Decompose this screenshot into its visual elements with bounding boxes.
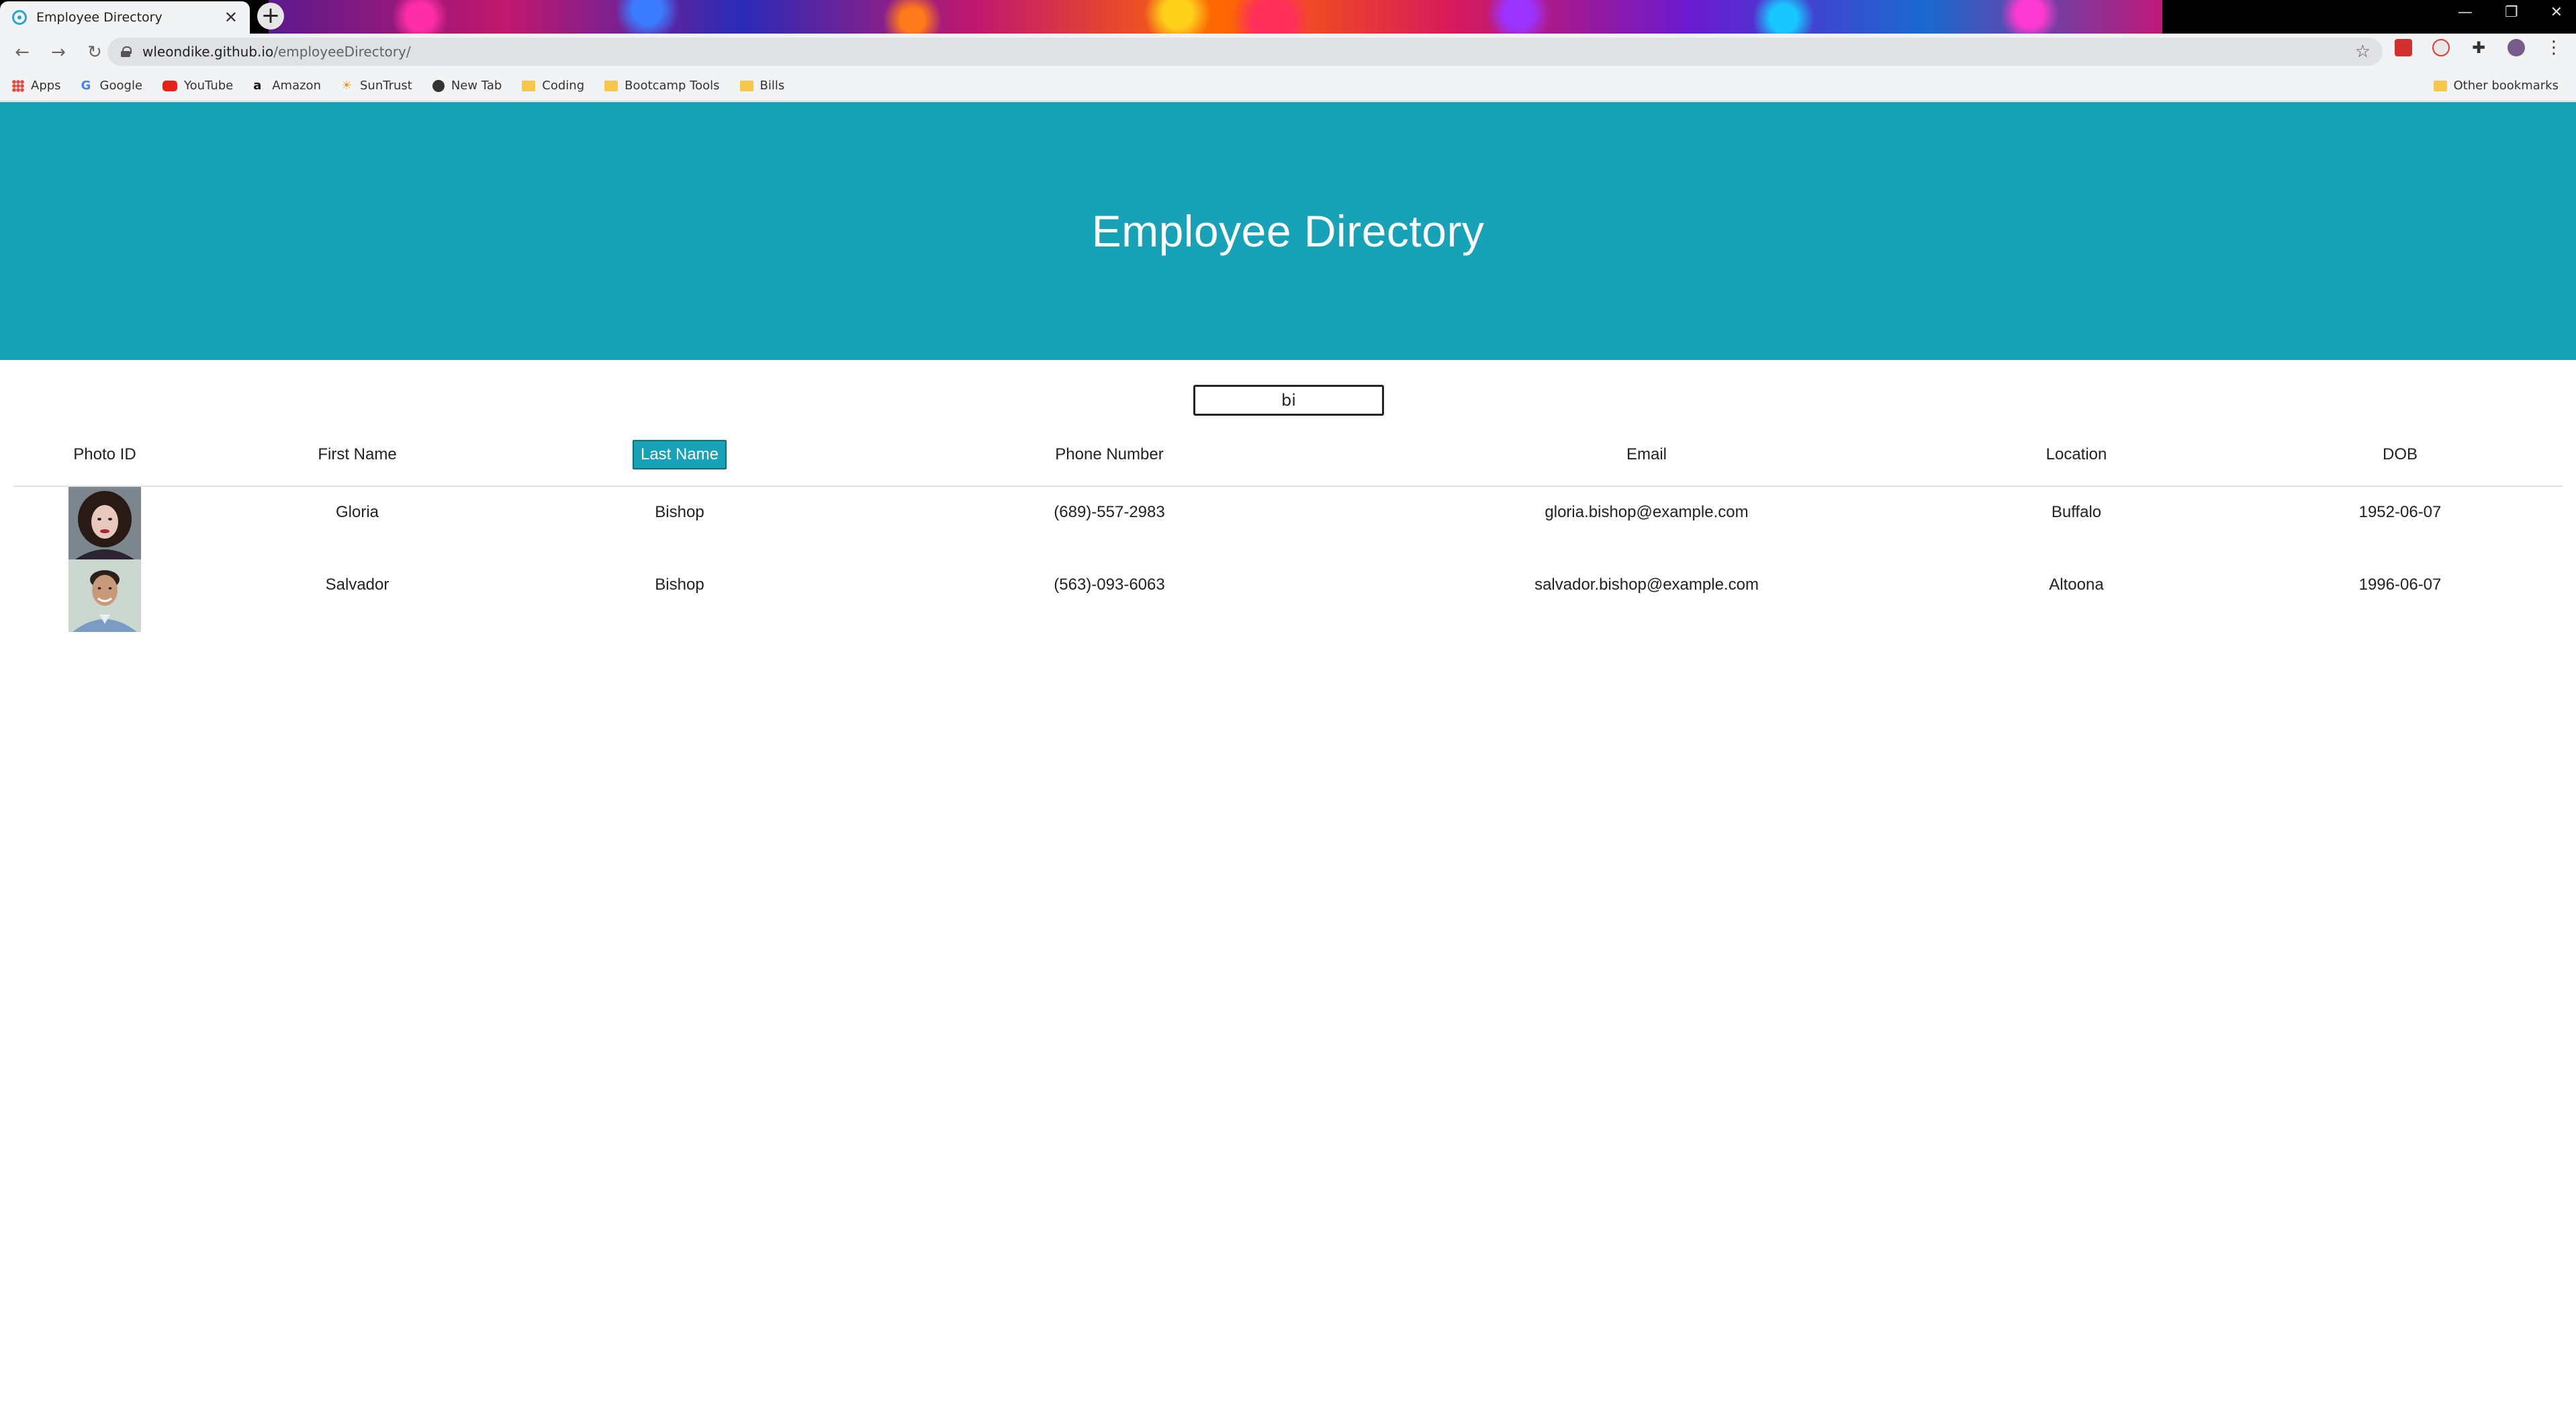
bookmark-star-icon[interactable]: ☆ xyxy=(2355,42,2371,62)
minimize-icon[interactable]: — xyxy=(2458,4,2473,21)
close-tab-icon[interactable]: ✕ xyxy=(224,9,238,26)
new-tab-button[interactable]: + xyxy=(257,3,284,30)
bookmark-label: Google xyxy=(99,79,143,93)
bookmark-folder-coding[interactable]: Coding xyxy=(522,79,584,93)
address-bar[interactable]: wleondike.github.io /employeeDirectory/ … xyxy=(107,38,2383,66)
bookmarks-bar: Apps G Google YouTube a Amazon ☀ SunTrus… xyxy=(0,71,2576,101)
amazon-icon: a xyxy=(253,78,262,93)
react-favicon-icon xyxy=(12,10,27,25)
phone-cell: (689)-557-2983 xyxy=(1054,503,1165,521)
extension-red-icon[interactable] xyxy=(2395,39,2412,56)
page-title: Employee Directory xyxy=(1091,206,1485,256)
url-path: /employeeDirectory/ xyxy=(273,44,411,60)
column-header-first-name: First Name xyxy=(196,423,518,487)
employee-photo xyxy=(68,559,141,632)
window-controls: — ❐ ✕ xyxy=(2458,4,2563,21)
folder-icon xyxy=(522,80,536,91)
table-row: Gloria Bishop (689)-557-2983 gloria.bish… xyxy=(13,486,2563,559)
dob-cell: 1996-06-07 xyxy=(2358,576,2442,594)
column-header-location: Location xyxy=(1915,423,2238,487)
column-header-last-name: Last Name xyxy=(518,423,841,487)
bookmark-label: Amazon xyxy=(272,79,321,93)
photo-cell xyxy=(13,486,196,559)
profile-avatar-icon[interactable] xyxy=(2508,39,2525,56)
folder-icon xyxy=(2433,80,2447,91)
apps-grid-icon xyxy=(12,79,24,92)
suntrust-icon: ☀ xyxy=(340,78,353,93)
column-header-photo: Photo ID xyxy=(13,423,196,487)
youtube-icon xyxy=(163,80,178,91)
search-input[interactable] xyxy=(1193,385,1384,416)
bookmark-suntrust[interactable]: ☀ SunTrust xyxy=(341,79,412,93)
back-icon[interactable]: ← xyxy=(8,38,36,66)
bookmark-folder-bootcamp-tools[interactable]: Bootcamp Tools xyxy=(604,79,720,93)
folder-icon xyxy=(604,80,618,91)
dob-cell: 1952-06-07 xyxy=(2358,503,2442,521)
browser-tab[interactable]: Employee Directory ✕ xyxy=(0,1,250,34)
sort-last-name-button[interactable]: Last Name xyxy=(632,439,727,469)
other-bookmarks[interactable]: Other bookmarks xyxy=(2433,79,2559,93)
search-container xyxy=(1193,385,1384,416)
bookmark-google[interactable]: G Google xyxy=(81,79,142,93)
last-name-cell: Bishop xyxy=(655,503,704,521)
bookmark-youtube[interactable]: YouTube xyxy=(163,79,233,93)
extension-icons: ✚ ⋮ xyxy=(2395,39,2563,56)
bookmark-amazon[interactable]: a Amazon xyxy=(253,79,321,93)
phone-cell: (563)-093-6063 xyxy=(1054,576,1165,594)
extension-badge-icon[interactable] xyxy=(2432,39,2450,56)
browser-theme-artwork xyxy=(269,0,2162,34)
globe-icon xyxy=(432,79,445,92)
other-bookmarks-label: Other bookmarks xyxy=(2453,79,2559,93)
table-row: Salvador Bishop (563)-093-6063 salvador.… xyxy=(13,559,2563,632)
bookmark-new-tab[interactable]: New Tab xyxy=(432,79,502,93)
bookmark-label: Bills xyxy=(760,79,785,93)
column-header-email: Email xyxy=(1378,423,1915,487)
email-cell: gloria.bishop@example.com xyxy=(1545,503,1749,521)
first-name-cell: Gloria xyxy=(335,503,379,521)
first-name-cell: Salvador xyxy=(325,576,389,594)
browser-tab-bar: Employee Directory ✕ + — ❐ ✕ xyxy=(0,0,2576,34)
bookmark-apps[interactable]: Apps xyxy=(12,79,61,93)
bookmark-label: Bootcamp Tools xyxy=(625,79,720,93)
google-icon: G xyxy=(81,78,91,93)
location-cell: Altoona xyxy=(2049,576,2104,594)
last-name-cell: Bishop xyxy=(655,576,704,594)
email-cell: salvador.bishop@example.com xyxy=(1534,576,1759,594)
column-header-phone: Phone Number xyxy=(841,423,1378,487)
bookmark-label: SunTrust xyxy=(359,79,412,93)
forward-icon[interactable]: → xyxy=(44,38,73,66)
photo-cell xyxy=(13,559,196,632)
column-header-dob: DOB xyxy=(2238,423,2563,487)
menu-kebab-icon[interactable]: ⋮ xyxy=(2545,39,2563,56)
bookmark-label: Coding xyxy=(542,79,585,93)
bookmark-label: New Tab xyxy=(451,79,502,93)
employee-photo xyxy=(68,487,141,559)
page-header: Employee Directory xyxy=(0,102,2576,360)
browser-toolbar: ← → ↻ wleondike.github.io /employeeDirec… xyxy=(0,34,2576,71)
bookmark-label: YouTube xyxy=(184,79,234,93)
tab-title: Employee Directory xyxy=(36,10,163,25)
close-window-icon[interactable]: ✕ xyxy=(2550,4,2563,21)
table-header-row: Photo ID First Name Last Name Phone Numb… xyxy=(13,423,2563,487)
restore-icon[interactable]: ❐ xyxy=(2505,4,2518,21)
location-cell: Buffalo xyxy=(2051,503,2102,521)
employee-table: Photo ID First Name Last Name Phone Numb… xyxy=(13,423,2563,632)
bookmark-label: Apps xyxy=(31,79,61,93)
url-host: wleondike.github.io xyxy=(142,44,274,60)
puzzle-icon[interactable]: ✚ xyxy=(2470,39,2487,56)
reload-icon[interactable]: ↻ xyxy=(81,38,109,66)
folder-icon xyxy=(739,80,753,91)
lock-icon[interactable] xyxy=(121,46,132,57)
bookmark-folder-bills[interactable]: Bills xyxy=(739,79,785,93)
